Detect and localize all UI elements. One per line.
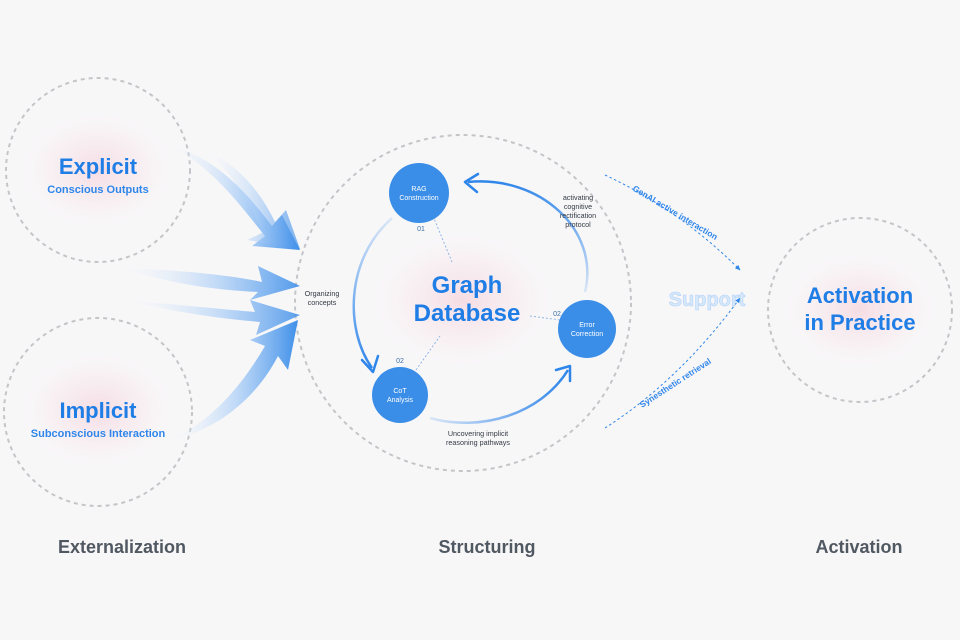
stage-structuring: Structuring [439, 537, 536, 557]
node-rag-line2: Construction [399, 195, 438, 202]
path-genai [604, 174, 741, 271]
edge-activating-line2: cognitive [564, 202, 592, 211]
node-rag-line1: RAG [411, 186, 426, 193]
framework-diagram: Explicit Conscious Outputs Implicit Subc… [3, 77, 953, 557]
node-rag-number: 01 [417, 226, 425, 233]
path-synesthetic [604, 297, 741, 429]
node-cot-line2: Analysis [387, 397, 414, 404]
edge-activating-line4: protocol [565, 220, 591, 229]
activation-line1: Activation [807, 283, 913, 308]
edge-organizing-line1: Organizing [305, 289, 340, 298]
implicit-subtitle: Subconscious Interaction [31, 428, 166, 440]
node-rag-construction: RAG Construction [389, 163, 449, 223]
explicit-title: Explicit [59, 154, 138, 179]
edge-activating-line1: activating [563, 193, 593, 202]
node-error-line1: Error [579, 322, 595, 329]
edge-uncovering-line1: Uncovering implicit [448, 429, 508, 438]
node-cot-analysis: CoT Analysis [372, 367, 428, 423]
stage-activation: Activation [815, 537, 902, 557]
explicit-subtitle: Conscious Outputs [47, 184, 148, 196]
node-cot-number: 02 [396, 358, 404, 365]
node-error-line2: Correction [571, 331, 603, 338]
stage-externalization: Externalization [58, 537, 186, 557]
edge-uncovering-line2: reasoning pathways [446, 438, 510, 447]
edge-activating-line3: rectification [560, 211, 596, 220]
node-error-number: 02 [553, 311, 561, 318]
node-error-correction: Error Correction [558, 300, 616, 358]
graph-database-line1: Graph [432, 272, 503, 299]
edge-organizing-line2: concepts [308, 298, 337, 307]
support-label: Support [669, 289, 746, 311]
activation-line2: in Practice [804, 310, 915, 335]
path-synesthetic-label: Synesthetic retrieval [638, 356, 713, 410]
node-cot-line1: CoT [393, 388, 407, 395]
graph-database-line2: Database [414, 300, 521, 327]
arc-activating-head [463, 172, 480, 194]
arc-uncovering [429, 369, 570, 425]
path-genai-label: GenAI active interaction [631, 183, 720, 242]
implicit-title: Implicit [59, 398, 137, 423]
